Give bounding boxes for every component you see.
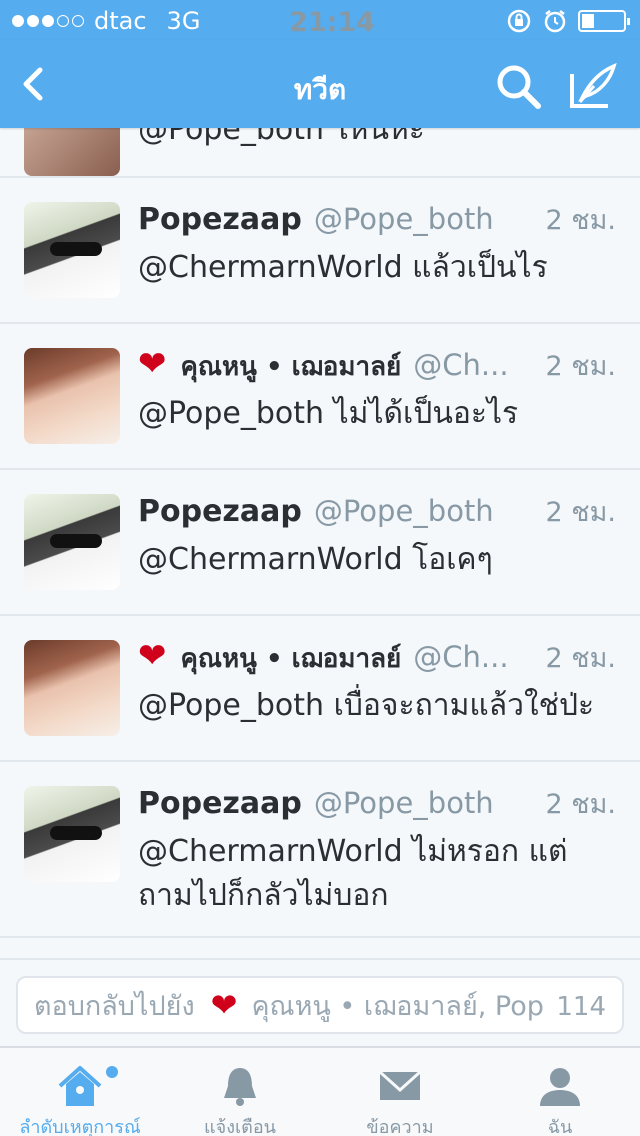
tweet-author-handle: @Pope_both (313, 494, 494, 528)
tweet[interactable]: Popezaap @Pope_both 2 ชม. @ChermarnWorld… (0, 762, 640, 938)
avatar[interactable] (24, 348, 120, 444)
tweet-author-name[interactable]: คุณหนู • เฌอมาลย์ (181, 346, 402, 387)
tab-notifications[interactable]: แจ้งเตือน (160, 1054, 320, 1136)
heart-icon: ❤ (210, 986, 238, 1024)
avatar[interactable] (24, 202, 120, 298)
tab-label: ข้อความ (366, 1117, 434, 1136)
tweet[interactable]: ❤ คุณหนู • เฌอมาลย์ @Ch... 2 ชม. @Pope_b… (0, 324, 640, 470)
heart-icon: ❤ (138, 636, 167, 676)
status-bar: dtac 3G 21:14 (0, 0, 640, 40)
tab-me[interactable]: ฉัน (480, 1054, 640, 1136)
orientation-lock-icon (507, 9, 531, 33)
reply-prefix: ตอบกลับไปยัง (34, 990, 195, 1022)
reply-bar: ตอบกลับไปยัง ❤ คุณหนู • เฌอมาลย์, Pop 11… (0, 958, 640, 1046)
avatar[interactable] (24, 640, 120, 736)
tweet-text: @Pope_both ไหนหะ (138, 128, 425, 147)
tweet-time: 2 ชม. (545, 789, 616, 820)
notification-dot (106, 1066, 118, 1078)
tweet-author-handle: @Pope_both (313, 202, 494, 236)
tab-label: ลำดับเหตุการณ์ (19, 1117, 141, 1136)
tweet-text: @Pope_both เบื่อจะถามแล้วใช่ป่ะ (138, 688, 595, 723)
status-icons (506, 8, 630, 34)
home-icon (58, 1066, 102, 1106)
tweet[interactable]: Popezaap @Pope_both 2 ชม. @ChermarnWorld… (0, 470, 640, 616)
envelope-icon (378, 1070, 422, 1100)
tweet-text: @ChermarnWorld โอเคๆ (138, 542, 493, 577)
heart-icon: ❤ (138, 344, 167, 384)
person-icon (540, 1068, 580, 1106)
battery-icon (578, 10, 630, 32)
avatar[interactable] (24, 786, 120, 882)
tweet-text: @ChermarnWorld ไม่หรอก แต่ถามไปก็กลัวไม่… (138, 834, 568, 913)
tweet-text: @ChermarnWorld แล้วเป็นไร (138, 250, 548, 285)
tweet-time: 2 ชม. (545, 205, 616, 236)
alarm-icon (544, 10, 566, 33)
tweet-time: 2 ชม. (545, 351, 616, 382)
compose-icon[interactable] (568, 62, 618, 110)
tab-timeline[interactable]: ลำดับเหตุการณ์ (0, 1054, 160, 1136)
tab-messages[interactable]: ข้อความ (320, 1054, 480, 1136)
tweet-author-handle: @Pope_both (313, 786, 494, 820)
tweet-feed[interactable]: @Pope_both ไหนหะ Popezaap @Pope_both 2 ช… (0, 128, 640, 958)
reply-recipients: คุณหนู • เฌอมาลย์, Pop (251, 990, 544, 1022)
tab-bar: ลำดับเหตุการณ์ แจ้งเตือน ข้อความ ฉัน (0, 1046, 640, 1136)
tab-label: แจ้งเตือน (204, 1117, 276, 1136)
tweet-text: @Pope_both ไม่ได้เป็นอะไร (138, 396, 519, 431)
avatar[interactable] (24, 494, 120, 590)
page-title: ทวีต (293, 73, 347, 106)
tab-label: ฉัน (547, 1117, 573, 1136)
tweet-author-handle: @Ch... (413, 640, 509, 674)
tweet-author-name[interactable]: Popezaap (138, 202, 302, 237)
tweet[interactable]: Popezaap @Pope_both 2 ชม. @ChermarnWorld… (0, 178, 640, 324)
avatar[interactable] (24, 128, 120, 176)
tweet-partial[interactable]: @Pope_both ไหนหะ (0, 128, 640, 178)
tweet-author-name[interactable]: Popezaap (138, 786, 302, 821)
reply-input[interactable]: ตอบกลับไปยัง ❤ คุณหนู • เฌอมาลย์, Pop 11… (16, 976, 624, 1034)
tweet-author-handle: @Ch... (413, 348, 509, 382)
tweet-author-name[interactable]: Popezaap (138, 494, 302, 529)
character-count: 114 (556, 992, 606, 1022)
tweet-time: 2 ชม. (545, 643, 616, 674)
tweet-author-name[interactable]: คุณหนู • เฌอมาลย์ (181, 638, 402, 679)
tweet[interactable]: ❤ คุณหนู • เฌอมาลย์ @Ch... 2 ชม. @Pope_b… (0, 616, 640, 762)
bell-icon (224, 1068, 256, 1106)
nav-bar: ทวีต (0, 40, 640, 128)
search-icon[interactable] (494, 62, 542, 110)
tweet-time: 2 ชม. (545, 497, 616, 528)
